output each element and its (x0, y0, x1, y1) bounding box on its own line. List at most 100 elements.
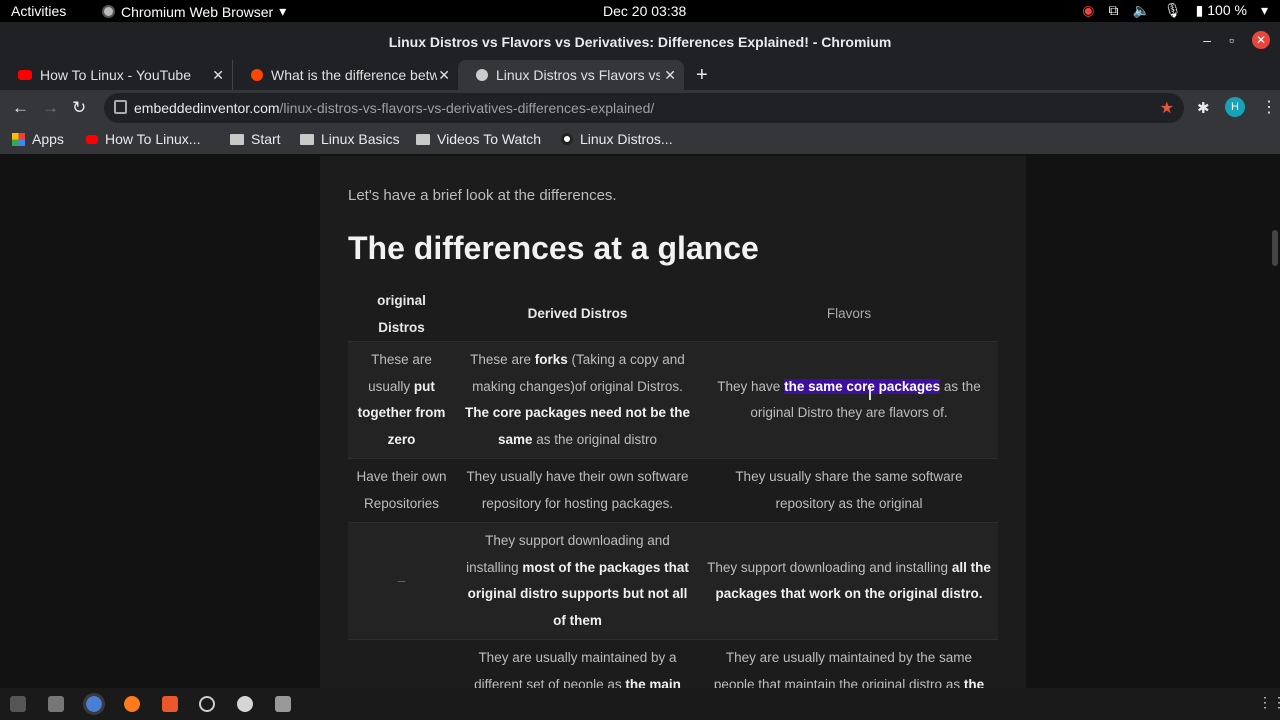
table-cell: – (348, 522, 455, 640)
table-row: – They are usually maintained by a diffe… (348, 639, 998, 688)
bookmark-label: Apps (32, 131, 64, 147)
bookmark-label: Linux Basics (321, 131, 400, 147)
profile-avatar[interactable]: H (1225, 97, 1245, 117)
lock-icon (114, 100, 127, 114)
bookmark-apps[interactable]: Apps (12, 131, 64, 147)
table-cell: These are forks (Taking a copy and makin… (455, 341, 700, 459)
table-cell: They support downloading and installing … (700, 522, 998, 640)
site-favicon-icon (561, 133, 573, 145)
activities-button[interactable]: Activities (11, 3, 66, 19)
browser-toolbar: ← → ↻ embeddedinventor.com/linux-distros… (0, 90, 1280, 126)
bookmark-how-to-linux[interactable]: How To Linux... (86, 131, 200, 147)
extensions-puzzle-icon[interactable]: ✱ (1197, 99, 1210, 117)
update-icon[interactable]: ◉ (1082, 2, 1094, 19)
tab-strip: How To Linux - YouTube ✕ What is the dif… (0, 60, 1280, 90)
url-path: /linux-distros-vs-flavors-vs-derivatives… (279, 100, 655, 116)
back-arrow-icon[interactable]: ← (12, 98, 29, 118)
table-cell: – (348, 639, 455, 688)
bookmark-linux-distros[interactable]: Linux Distros... (561, 131, 673, 147)
table-row: – They support downloading and installin… (348, 522, 998, 640)
table-cell: These are usually put together from zero (348, 341, 455, 459)
page-viewport[interactable]: Let's have a brief look at the differenc… (0, 156, 1280, 688)
table-cell: Have their own Repositories (348, 458, 455, 523)
settings-icon[interactable] (199, 696, 215, 712)
tab-label: What is the difference betw (271, 67, 437, 83)
terminal-icon[interactable] (10, 696, 26, 712)
vscode-icon[interactable] (237, 696, 253, 712)
cell-text: These are (470, 352, 535, 367)
column-header: Derived Distros (527, 306, 628, 322)
folder-icon (230, 133, 244, 145)
page-scrollbar[interactable] (1270, 156, 1280, 688)
table-cell: They usually share the same software rep… (700, 458, 998, 523)
url-domain: embeddedinventor.com (134, 100, 280, 116)
battery-icon: ▮ (1195, 2, 1204, 18)
new-tab-button[interactable]: + (696, 64, 708, 87)
table-cell: They usually have their own software rep… (455, 458, 700, 523)
network-icon: ⧉ (1108, 2, 1119, 18)
forward-arrow-icon[interactable]: → (42, 98, 59, 118)
table-row: These are usually put together from zero… (348, 341, 998, 459)
volume-icon: 🔈 (1132, 2, 1150, 18)
bookmark-linux-basics[interactable]: Linux Basics (300, 131, 400, 147)
table-cell: They are usually maintained by a differe… (455, 639, 700, 688)
bookmark-label: How To Linux... (105, 131, 201, 147)
window-controls: – ▫ ✕ (1203, 31, 1270, 49)
url-text[interactable]: embeddedinventor.com/linux-distros-vs-fl… (134, 100, 654, 116)
cell-text: They usually share the same software rep… (735, 469, 963, 511)
table-row: Have their own Repositories They usually… (348, 458, 998, 523)
scrollbar-thumb[interactable] (1272, 230, 1278, 266)
folder-icon (300, 133, 314, 145)
show-apps-grid-icon[interactable]: ⋮⋮ (1258, 694, 1280, 710)
clock[interactable]: Dec 20 03:38 (603, 3, 686, 19)
tab-reddit[interactable]: What is the difference betw ✕ (232, 60, 458, 90)
maximize-button[interactable]: ▫ (1229, 32, 1234, 48)
comparison-table: original Distros Derived Distros Flavors… (348, 288, 998, 688)
bookmark-star-icon[interactable]: ★ (1160, 98, 1174, 118)
bookmark-label: Videos To Watch (437, 131, 542, 147)
table-header-row: original Distros Derived Distros Flavors (348, 288, 998, 342)
taskbar: ⋮⋮ (0, 688, 1280, 720)
bookmark-label: Linux Distros... (580, 131, 673, 147)
tab-youtube[interactable]: How To Linux - YouTube ✕ (0, 60, 232, 90)
tab-label: Linux Distros vs Flavors vs (496, 67, 660, 83)
site-favicon-icon (476, 69, 488, 81)
cell-text: They are usually maintained by the same … (713, 650, 973, 688)
address-bar[interactable]: embeddedinventor.com/linux-distros-vs-fl… (104, 93, 1184, 123)
chromium-icon (102, 5, 115, 18)
battery-level: 100 % (1207, 2, 1247, 18)
close-tab-icon[interactable]: ✕ (438, 67, 450, 84)
bookmark-videos-to-watch[interactable]: Videos To Watch (416, 131, 541, 147)
files-icon[interactable] (48, 696, 64, 712)
table-cell: They are usually maintained by the same … (700, 639, 998, 688)
tab-label: How To Linux - YouTube (40, 67, 191, 83)
bookmark-start[interactable]: Start (230, 131, 281, 147)
reddit-icon (251, 69, 263, 81)
minimize-button[interactable]: – (1203, 32, 1211, 48)
window-title-bar: Linux Distros vs Flavors vs Derivatives:… (0, 22, 1280, 60)
software-center-icon[interactable] (162, 696, 178, 712)
close-window-button[interactable]: ✕ (1252, 31, 1270, 49)
text-cursor-icon (869, 386, 871, 400)
microphone-icon: 🎙 (1163, 2, 1182, 18)
youtube-icon (86, 134, 98, 144)
system-tray[interactable]: ◉ ⧉ 🔈 🎙 ▮ 100 % ▾ (1082, 2, 1268, 19)
chromium-icon[interactable] (83, 693, 105, 715)
close-tab-icon[interactable]: ✕ (664, 67, 676, 84)
youtube-icon (18, 70, 32, 80)
menu-kebab-icon[interactable]: ⋮ (1261, 97, 1277, 117)
table-cell: They support downloading and installing … (455, 522, 700, 640)
close-tab-icon[interactable]: ✕ (212, 67, 224, 84)
tab-embedded-inventor[interactable]: Linux Distros vs Flavors vs ✕ (458, 60, 684, 90)
system-top-bar: Activities Chromium Web Browser ▾ Dec 20… (0, 0, 1280, 22)
selected-text[interactable]: the same core packages (784, 378, 941, 394)
cell-bold-text: forks (534, 352, 568, 367)
bookmark-label: Start (251, 131, 281, 147)
firefox-icon[interactable] (124, 696, 140, 712)
bookmarks-bar: Apps How To Linux... Start Linux Basics … (0, 126, 1280, 154)
cell-text: as the original distro (532, 431, 658, 447)
app-menu[interactable]: Chromium Web Browser ▾ (102, 3, 286, 20)
column-header: Flavors (826, 306, 872, 322)
reload-icon[interactable]: ↻ (72, 98, 86, 118)
text-editor-icon[interactable] (275, 696, 291, 712)
